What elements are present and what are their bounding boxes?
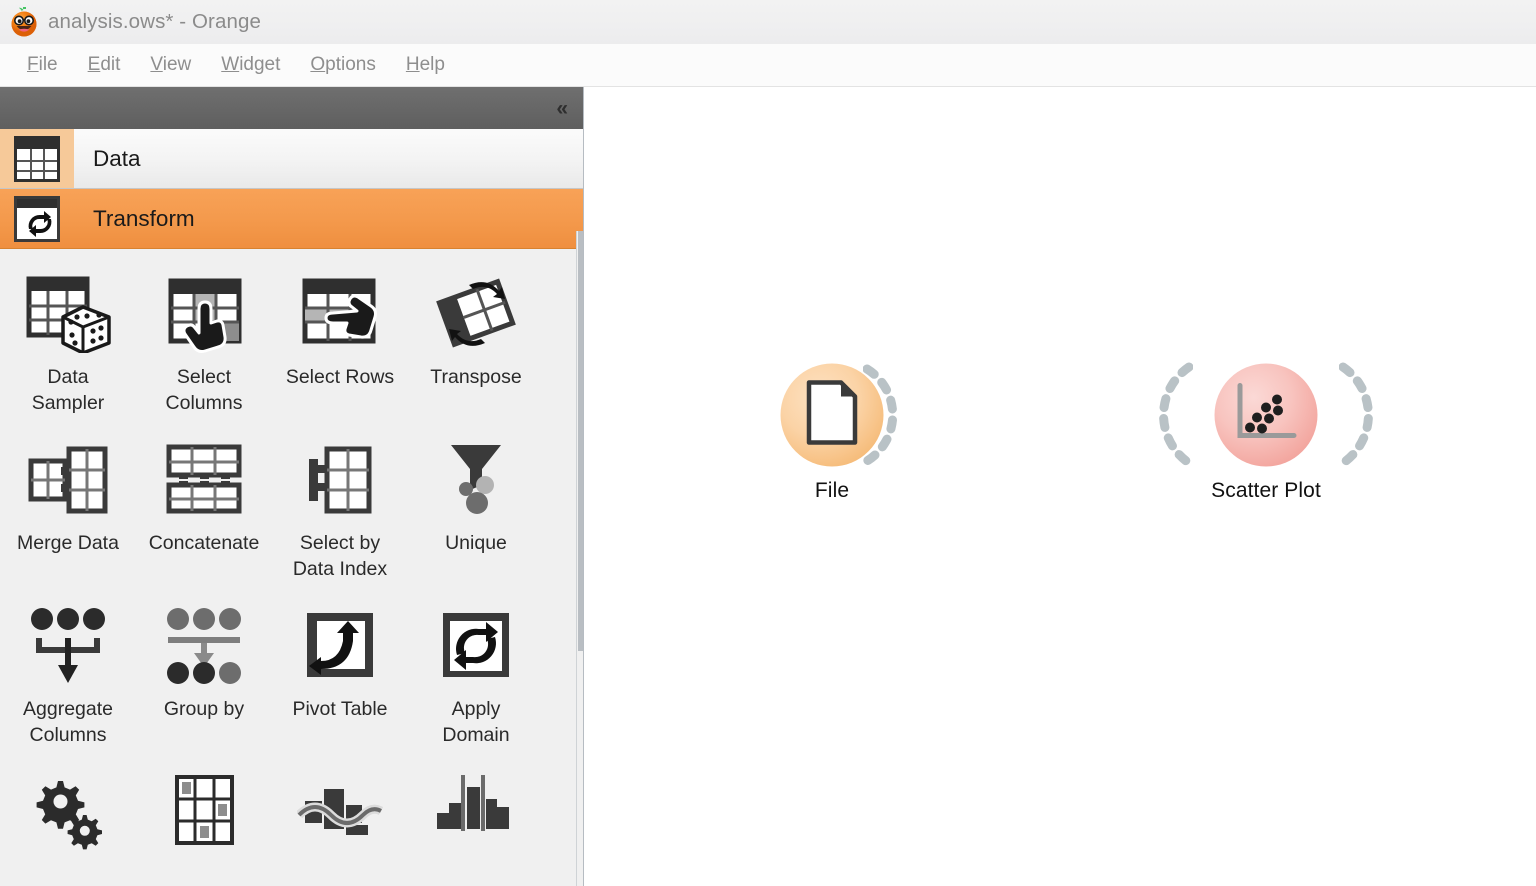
widget-pivot-table[interactable]: Pivot Table bbox=[272, 591, 408, 757]
menu-edit-rest: dit bbox=[100, 54, 121, 75]
orange-fruit-logo-icon bbox=[8, 6, 40, 38]
widget-label: Transpose bbox=[430, 366, 522, 388]
orange-main-window: analysis.ows* - Orange File Edit View Wi… bbox=[0, 0, 1536, 886]
widget-transpose[interactable]: Transpose bbox=[408, 259, 544, 425]
category-transform-label: Transform bbox=[93, 205, 195, 231]
toolbox-scrollbar-thumb[interactable] bbox=[578, 231, 583, 651]
menu-view[interactable]: View bbox=[135, 52, 206, 78]
transform-arrows-icon bbox=[0, 189, 74, 248]
widget-label: Merge Data bbox=[17, 532, 119, 554]
widget-grid: Data Sampler Select Columns Select Rows … bbox=[0, 249, 583, 886]
group-by-icon bbox=[157, 599, 251, 691]
category-data-label: Data bbox=[93, 145, 141, 171]
pivot-table-icon bbox=[293, 599, 387, 691]
select-rows-icon bbox=[293, 267, 387, 359]
widget-label: Apply Domain bbox=[442, 698, 510, 746]
category-transform[interactable]: Transform bbox=[0, 189, 583, 249]
file-node-bubble[interactable] bbox=[727, 355, 937, 475]
canvas-node-scatter-plot[interactable]: Scatter Plot bbox=[1159, 355, 1373, 503]
widget-merge-data[interactable]: Merge Data bbox=[0, 425, 136, 591]
menu-view-rest: iew bbox=[162, 54, 192, 75]
widget-label: Pivot Table bbox=[292, 698, 388, 720]
preprocess-gears-icon bbox=[21, 765, 115, 857]
canvas-node-label: Scatter Plot bbox=[1211, 479, 1321, 502]
widget-label: Select Columns bbox=[165, 366, 243, 414]
menu-bar: File Edit View Widget Options Help bbox=[0, 44, 1536, 87]
impute-grid-icon bbox=[157, 765, 251, 857]
widget-label: Data Sampler bbox=[31, 366, 105, 414]
widget-select-by-data-index[interactable]: Select by Data Index bbox=[272, 425, 408, 591]
scatter-plot-icon bbox=[1233, 382, 1299, 449]
toolbox-scrollbar[interactable] bbox=[576, 231, 583, 886]
scatter-output-channel[interactable] bbox=[1339, 359, 1373, 471]
toolbox-header: « bbox=[0, 87, 583, 129]
widget-label: Select Rows bbox=[285, 366, 395, 388]
collapse-toolbox-button[interactable]: « bbox=[556, 98, 568, 119]
widget-label: Aggregate Columns bbox=[23, 698, 113, 746]
widget-select-columns[interactable]: Select Columns bbox=[136, 259, 272, 425]
widget-concatenate[interactable]: Concatenate bbox=[136, 425, 272, 591]
canvas-node-file[interactable]: File bbox=[727, 355, 937, 503]
menu-options[interactable]: Options bbox=[295, 52, 390, 78]
discretize-icon bbox=[429, 765, 523, 857]
merge-data-icon bbox=[21, 433, 115, 525]
menu-file[interactable]: File bbox=[12, 52, 73, 78]
continuize-icon bbox=[293, 765, 387, 857]
menu-options-rest: ptions bbox=[325, 54, 376, 75]
widget-preprocess[interactable] bbox=[0, 757, 136, 886]
widget-group-by[interactable]: Group by bbox=[136, 591, 272, 757]
widget-data-sampler[interactable]: Data Sampler bbox=[0, 259, 136, 425]
canvas-node-label: File bbox=[814, 479, 850, 502]
widget-label: Group by bbox=[163, 698, 245, 720]
widget-continuize[interactable] bbox=[272, 757, 408, 886]
widget-label: Concatenate bbox=[148, 532, 260, 554]
widget-impute[interactable] bbox=[136, 757, 272, 886]
scatter-input-channel[interactable] bbox=[1159, 359, 1193, 471]
data-sampler-icon bbox=[21, 267, 115, 359]
widget-apply-domain[interactable]: Apply Domain bbox=[408, 591, 544, 757]
window-title: analysis.ows* - Orange bbox=[48, 10, 261, 33]
widget-discretize[interactable] bbox=[408, 757, 544, 886]
select-columns-icon bbox=[157, 267, 251, 359]
category-data[interactable]: Data bbox=[0, 129, 583, 189]
widget-label: Select by Data Index bbox=[292, 532, 388, 580]
document-icon bbox=[805, 380, 859, 451]
title-bar: analysis.ows* - Orange bbox=[0, 0, 1536, 44]
menu-file-rest: ile bbox=[38, 54, 58, 75]
widget-select-rows[interactable]: Select Rows bbox=[272, 259, 408, 425]
menu-widget[interactable]: Widget bbox=[206, 52, 295, 78]
apply-domain-icon bbox=[429, 599, 523, 691]
widget-toolbox: « Data Transform Data Sampler Select Col… bbox=[0, 87, 584, 886]
aggregate-columns-icon bbox=[21, 599, 115, 691]
widget-aggregate-columns[interactable]: Aggregate Columns bbox=[0, 591, 136, 757]
menu-help[interactable]: Help bbox=[391, 52, 460, 78]
widget-label: Unique bbox=[445, 532, 507, 554]
workflow-canvas[interactable]: File Scatter Plot bbox=[585, 87, 1536, 886]
table-icon bbox=[0, 129, 74, 188]
transpose-icon bbox=[429, 267, 523, 359]
unique-funnel-icon bbox=[429, 433, 523, 525]
menu-help-rest: elp bbox=[419, 54, 445, 75]
select-by-data-index-icon bbox=[293, 433, 387, 525]
menu-widget-rest: idget bbox=[239, 54, 281, 75]
menu-edit[interactable]: Edit bbox=[73, 52, 136, 78]
scatter-node-bubble[interactable] bbox=[1159, 355, 1373, 475]
file-output-channel[interactable] bbox=[863, 363, 897, 467]
widget-unique[interactable]: Unique bbox=[408, 425, 544, 591]
concatenate-icon bbox=[157, 433, 251, 525]
